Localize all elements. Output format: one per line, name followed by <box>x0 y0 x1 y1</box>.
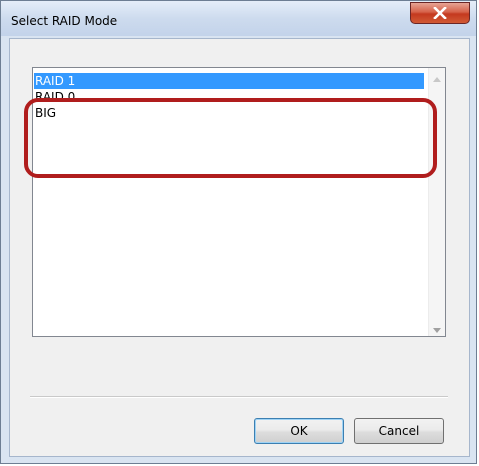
separator-line <box>30 396 448 398</box>
cancel-button[interactable]: Cancel <box>354 418 444 444</box>
vertical-scrollbar[interactable] <box>428 68 445 336</box>
scroll-up-arrow-icon <box>433 67 441 86</box>
title-bar[interactable]: Select RAID Mode <box>1 1 476 36</box>
list-item-raid-0[interactable]: RAID 0 <box>34 89 424 105</box>
scroll-up-button[interactable] <box>429 68 445 85</box>
list-item-big[interactable]: BIG <box>34 105 424 121</box>
ok-button[interactable]: OK <box>254 418 344 444</box>
list-items: RAID 1 RAID 0 BIG <box>34 73 424 121</box>
list-item-raid-1[interactable]: RAID 1 <box>34 73 424 89</box>
close-icon <box>433 4 447 23</box>
scroll-down-arrow-icon <box>433 318 441 337</box>
close-button[interactable] <box>410 2 470 24</box>
scroll-down-button[interactable] <box>429 319 445 336</box>
raid-mode-listbox[interactable]: RAID 1 RAID 0 BIG <box>32 67 446 337</box>
window-title: Select RAID Mode <box>11 14 118 28</box>
